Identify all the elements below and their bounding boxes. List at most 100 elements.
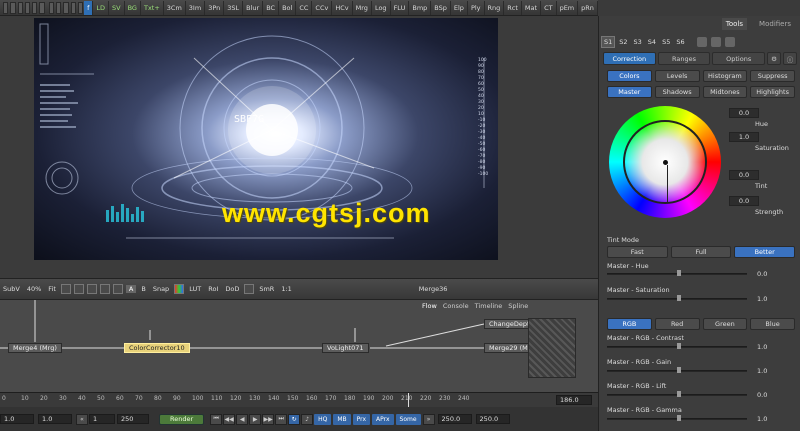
node-colorcorrector10[interactable]: ColorCorrector10 (124, 343, 190, 353)
tool-3sl[interactable]: 3SL (224, 0, 244, 15)
contrast-slider-thumb[interactable] (677, 343, 681, 349)
lut-button[interactable]: LUT (187, 285, 203, 293)
range-start-field[interactable]: 1 (89, 414, 115, 424)
range-end-field[interactable]: 250 (117, 414, 149, 424)
tool-elp[interactable]: Elp (451, 0, 468, 15)
render-button[interactable]: Render (159, 413, 205, 425)
tool-rct[interactable]: Rct (504, 0, 522, 15)
fusion-tool-button[interactable]: f (84, 0, 94, 15)
global-end-field[interactable]: 250.0 (475, 414, 510, 424)
op-colors[interactable]: Colors (607, 70, 652, 82)
polygon-icon[interactable] (73, 284, 84, 294)
layout-2-icon[interactable] (55, 1, 62, 14)
hue-field[interactable]: 0.0 (729, 108, 759, 118)
tool-bsp[interactable]: BSp (431, 0, 451, 15)
tool-bg[interactable]: BG (125, 0, 141, 15)
fit-button[interactable]: Fit (46, 285, 58, 293)
node-volight071[interactable]: VoLight071 (322, 343, 369, 353)
aprx-button[interactable]: APrx (372, 413, 394, 425)
tint-mode-fast[interactable]: Fast (607, 246, 668, 258)
render-start-field[interactable]: 1.0 (38, 414, 72, 424)
current-frame-field[interactable]: 186.0 (556, 395, 592, 405)
layout-5-icon[interactable] (77, 1, 84, 14)
range-highlights[interactable]: Highlights (750, 86, 795, 98)
arrow-icon[interactable] (696, 37, 707, 47)
playhead[interactable] (408, 393, 409, 407)
tool-bmp[interactable]: Bmp (409, 0, 432, 15)
slot-s1[interactable]: S1 (601, 36, 616, 48)
rect-icon[interactable] (99, 284, 110, 294)
subview-button[interactable]: SubV (1, 285, 22, 293)
time-ruler[interactable]: 0 10 20 30 40 50 60 70 80 90 100 110 120… (0, 393, 598, 407)
tool-txt[interactable]: Txt+ (141, 0, 164, 15)
strength-field[interactable]: 0.0 (729, 196, 759, 206)
roi-button[interactable]: RoI (206, 285, 220, 293)
tool-ct[interactable]: CT (541, 0, 557, 15)
tab-modifiers[interactable]: Modifiers (755, 18, 795, 30)
tool-prn[interactable]: pRn (578, 0, 598, 15)
tab-tools[interactable]: Tools (721, 18, 748, 30)
loop-icon[interactable]: ↻ (288, 413, 301, 425)
text-b-icon[interactable]: B (139, 285, 147, 293)
channel-rgb[interactable]: RGB (607, 318, 652, 330)
some-button[interactable]: Some (395, 413, 421, 425)
op-suppress[interactable]: Suppress (750, 70, 795, 82)
play-reverse-icon[interactable]: ◀ (236, 413, 249, 425)
tool-flu[interactable]: FLU (391, 0, 410, 15)
tint-mode-better[interactable]: Better (734, 246, 796, 258)
go-to-start-icon[interactable]: ⏮ (210, 413, 223, 425)
tool-bol[interactable]: Bol (279, 0, 297, 15)
tool-mat[interactable]: Mat (522, 0, 542, 15)
layout-1-icon[interactable] (48, 1, 54, 14)
slider-value[interactable]: 1.0 (757, 415, 767, 423)
lock-icon[interactable] (244, 284, 255, 294)
tool-blur[interactable]: Blur (243, 0, 264, 15)
tool-rng[interactable]: Rng (485, 0, 505, 15)
dod-button[interactable]: DoD (223, 285, 241, 293)
redo-icon[interactable] (32, 1, 38, 14)
text-a-icon[interactable]: A (125, 285, 137, 293)
layout-4-icon[interactable] (70, 1, 76, 14)
channels-icon[interactable] (174, 284, 185, 294)
tool-3im[interactable]: 3Im (186, 0, 206, 15)
undo-icon[interactable] (24, 1, 31, 14)
open-folder-icon[interactable] (10, 1, 16, 14)
node-merge4[interactable]: Merge4 (Mrg) (8, 343, 62, 353)
gamma-slider-thumb[interactable] (677, 415, 681, 421)
tool-hcv[interactable]: HCv (332, 0, 353, 15)
bspline-icon[interactable] (86, 284, 97, 294)
tool-mrg[interactable]: Mrg (353, 0, 372, 15)
tab-options[interactable]: Options (712, 52, 766, 65)
render-end-field[interactable]: 250.0 (437, 414, 472, 424)
saturation-slider-thumb[interactable] (677, 295, 681, 301)
reset-icon[interactable] (724, 37, 735, 47)
flow-editor[interactable]: Flow Console Timeline Spline Merge4 (Mrg… (0, 300, 598, 392)
slot-s3[interactable]: S3 (632, 37, 644, 47)
tool-ld[interactable]: LD (93, 0, 109, 15)
hq-button[interactable]: HQ (314, 413, 332, 425)
slot-s4[interactable]: S4 (646, 37, 658, 47)
pointer-icon[interactable] (60, 284, 71, 294)
range-shadows[interactable]: Shadows (654, 86, 700, 98)
zoom-dropdown[interactable]: 40% (25, 285, 43, 293)
go-to-end-icon[interactable]: ⏭ (275, 413, 288, 425)
slider-value[interactable]: 1.0 (757, 343, 767, 351)
channel-green[interactable]: Green (702, 318, 748, 330)
tool-bc[interactable]: BC (263, 0, 280, 15)
ratio-button[interactable]: 1:1 (279, 285, 293, 293)
slider-value[interactable]: 1.0 (757, 367, 767, 375)
tool-cc[interactable]: CC (296, 0, 313, 15)
flow-navigator[interactable] (528, 318, 576, 378)
tool-ccv[interactable]: CCv (312, 0, 333, 15)
slot-s5[interactable]: S5 (660, 37, 672, 47)
global-start-field[interactable]: 1.0 (0, 414, 34, 424)
saturation-field[interactable]: 1.0 (729, 132, 759, 142)
gain-slider-thumb[interactable] (677, 367, 681, 373)
tool-3cm[interactable]: 3Cm (164, 0, 186, 15)
tool-pem[interactable]: pEm (557, 0, 579, 15)
tool-log[interactable]: Log (372, 0, 391, 15)
tool-3pn[interactable]: 3Pn (205, 0, 225, 15)
slider-value[interactable]: 0.0 (757, 391, 767, 399)
hue-slider-thumb[interactable] (677, 270, 681, 276)
layout-3-icon[interactable] (63, 1, 69, 14)
